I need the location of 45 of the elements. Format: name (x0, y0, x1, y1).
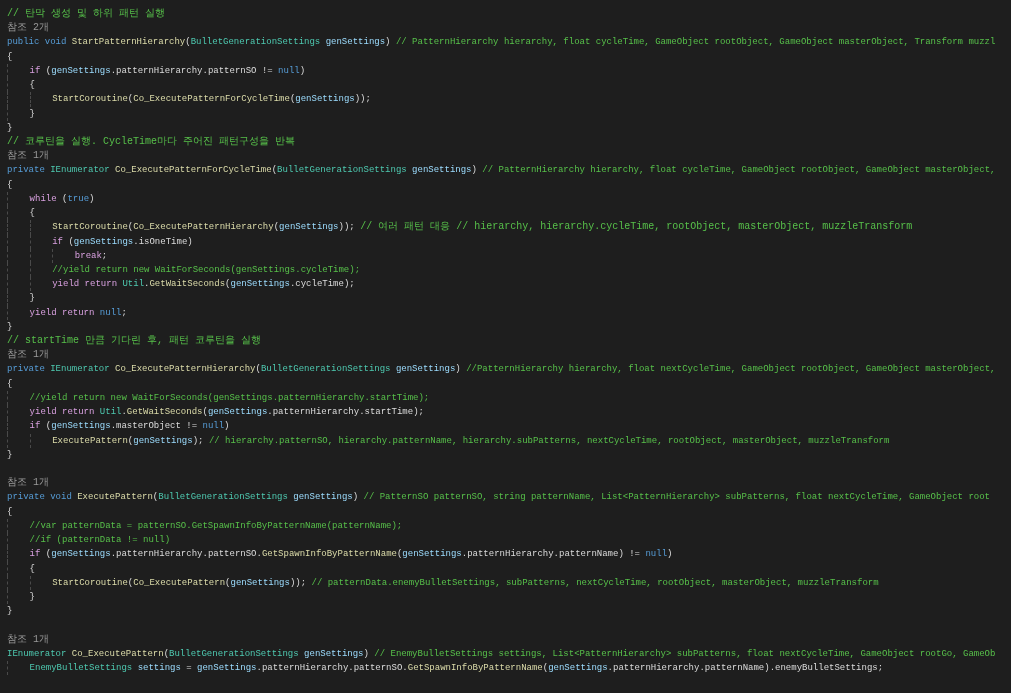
code-line: EnemyBulletSettings settings = genSettings.patternHierarchy.patternSO.GetSpawnInfoByPatternName(genSettings.patternHierarchy.patternName).enemyBulletSettings; (7, 661, 884, 676)
code-line: } (7, 106, 35, 121)
code-line: //if (patternData != null) (7, 533, 171, 548)
reference-count-link[interactable]: 참조 1개 (7, 348, 49, 363)
code-line: } (7, 320, 13, 334)
code-line: private IEnumerator Co_ExecutePatternForCycleTime(BulletGenerationSettings genSettings) // PatternHierarchy hierarchy, float cycleTime, GameObject rootObject, GameObject masterObject, (7, 164, 996, 178)
code-line: //yield return new WaitForSeconds(genSettings.cycleTime); (7, 262, 361, 278)
code-line: { (7, 206, 35, 221)
code-line: private IEnumerator Co_ExecutePatternHierarchy(BulletGenerationSettings genSettings) //PatternHierarchy hierarchy, float nextCycleTime, GameObject rootObject, GameObject masterObject, (7, 363, 996, 377)
reference-count-link[interactable]: 참조 1개 (7, 149, 49, 164)
code-line: // 코루틴을 실행. CycleTime마다 주어진 패턴구성을 반복 (7, 134, 296, 149)
code-line: { (7, 50, 13, 64)
code-line: // startTime 만큼 기다린 후, 패턴 코루틴을 실행 (7, 334, 262, 349)
code-line: yield return null; (7, 305, 127, 320)
reference-count-link[interactable]: 참조 1개 (7, 632, 49, 647)
code-line: } (7, 448, 13, 462)
reference-count-link[interactable]: 참조 2개 (7, 21, 49, 36)
code-line: break; (7, 248, 108, 263)
code-line: { (7, 178, 13, 192)
code-line: } (7, 121, 13, 135)
reference-count-link[interactable]: 참조 1개 (7, 476, 49, 491)
code-line: { (7, 78, 35, 93)
code-line: StartCoroutine(Co_ExecutePatternHierarchy(genSettings)); // 여러 패턴 대응 // hierarchy, hierarchy.cycleTime, rootObject, masterObject, muzzleTransform (7, 220, 913, 235)
code-line: } (7, 605, 13, 619)
code-line: if (genSettings.masterObject != null) (7, 419, 230, 434)
code-line: if (genSettings.patternHierarchy.patternSO != null) (7, 63, 306, 79)
code-line: } (7, 589, 35, 605)
code-line: //var patternData = patternSO.GetSpawnInfoByPatternName(patternName); (7, 518, 403, 534)
code-line: IEnumerator Co_ExecutePattern(BulletGenerationSettings genSettings) // EnemyBulletSettings settings, List<PatternHierarchy> subPatterns, float nextCycleTime, GameObject rootGo, GameOb (7, 647, 996, 661)
code-line: } (7, 291, 35, 306)
code-line: //yield return new WaitForSeconds(genSettings.patternHierarchy.startTime); (7, 390, 430, 406)
code-line: yield return Util.GetWaitSeconds(genSettings.patternHierarchy.startTime); (7, 405, 424, 420)
code-line: // 탄막 생성 및 하위 패턴 실행 (7, 7, 165, 21)
code-line: private void ExecutePattern(BulletGenerationSettings genSettings) // PatternSO patternSO, string patternName, List<PatternHierarchy> subPatterns, float nextCycleTime, GameObject root (7, 491, 991, 505)
code-line: public void StartPatternHierarchy(BulletGenerationSettings genSettings) // PatternHierarchy hierarchy, float cycleTime, GameObject rootObject, GameObject masterObject, Transform muzzl (7, 36, 996, 50)
code-line: { (7, 377, 13, 391)
code-line: if (genSettings.isOneTime) (7, 234, 193, 249)
code-line: StartCoroutine(Co_ExecutePattern(genSettings)); // patternData.enemyBulletSettings, subPatterns, nextCycleTime, rootObject, masterObject, muzzleTransform (7, 575, 879, 590)
code-line: if (genSettings.patternHierarchy.patternSO.GetSpawnInfoByPatternName(genSettings.patternHierarchy.patternName) != null) (7, 547, 673, 562)
code-line: while (true) (7, 191, 95, 207)
code-line: { (7, 561, 35, 576)
code-line: StartCoroutine(Co_ExecutePatternForCycleTime(genSettings)); (7, 92, 371, 107)
code-line: ExecutePattern(genSettings); // hierarchy.patternSO, hierarchy.patternName, hierarchy.subPatterns, nextCycleTime, rootObject, masterObject, muzzleTransform (7, 433, 890, 448)
code-line: yield return Util.GetWaitSeconds(genSettings.cycleTime); (7, 277, 355, 292)
code-line: { (7, 505, 13, 519)
